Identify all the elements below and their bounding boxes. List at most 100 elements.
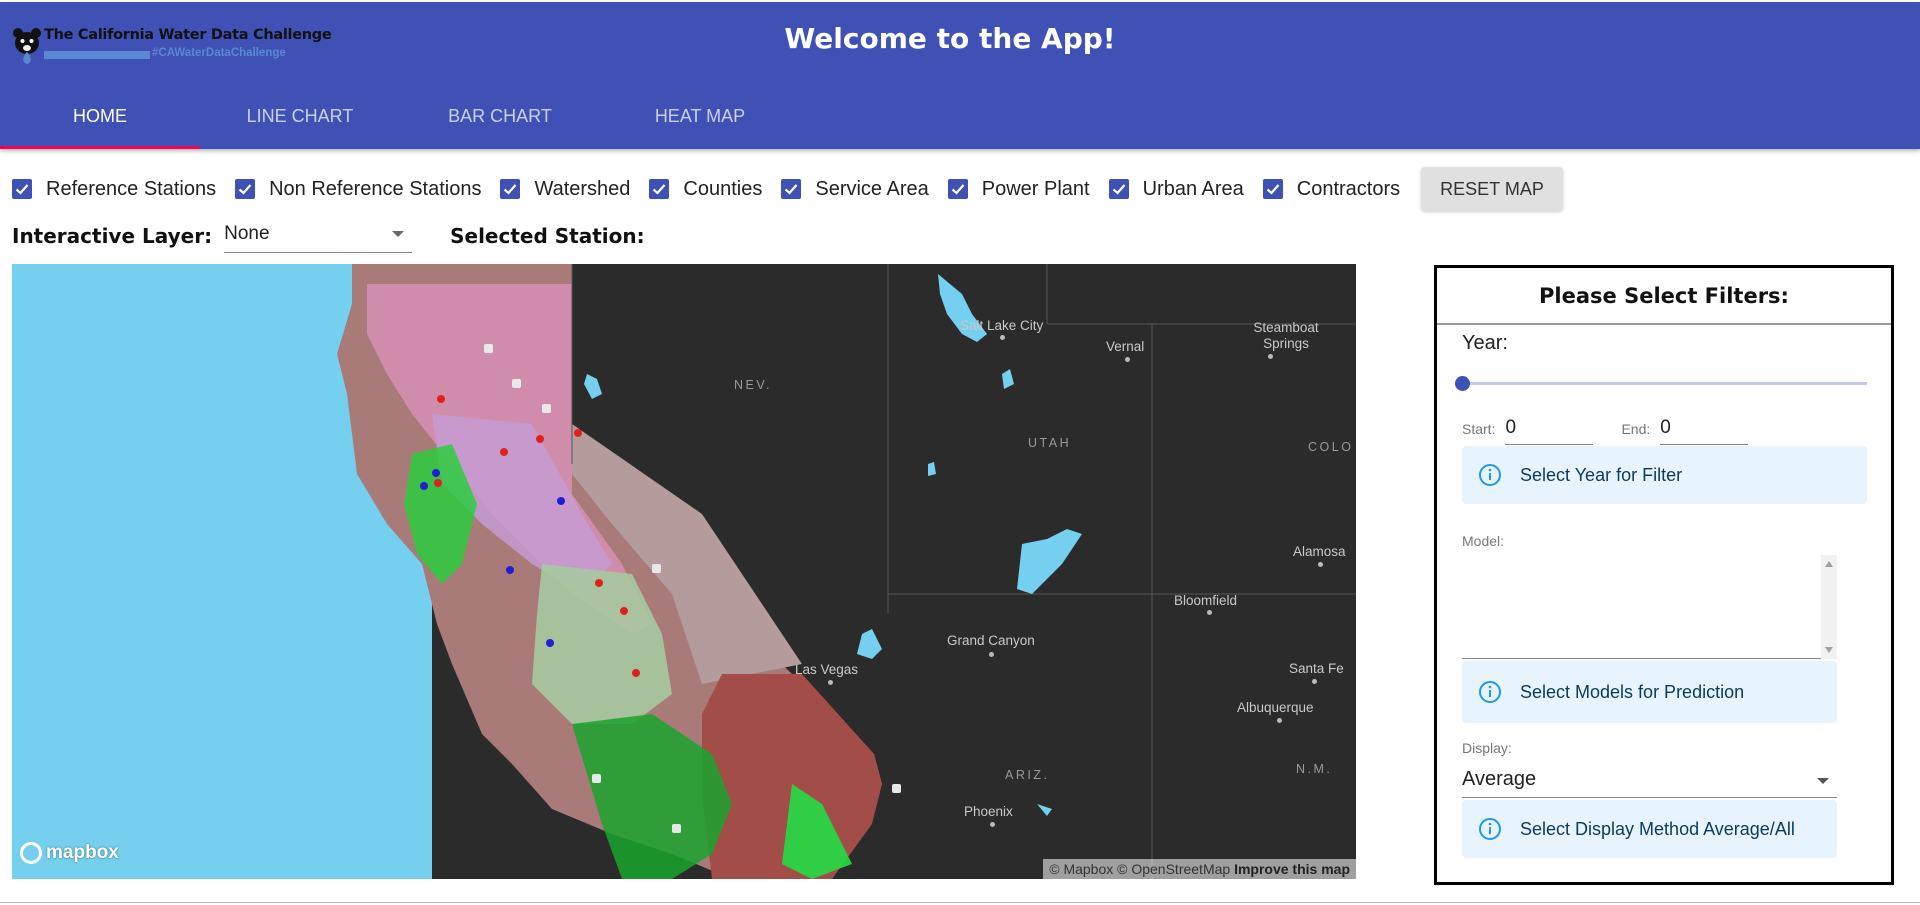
station-marker-icon[interactable] [557, 497, 565, 505]
city-dot-icon [1125, 357, 1130, 362]
checkbox-reference-stations[interactable]: Reference Stations [12, 178, 216, 201]
display-info-alert: Select Display Method Average/All [1462, 800, 1837, 858]
end-label: End: [1621, 421, 1651, 437]
year-info-alert: Select Year for Filter [1462, 446, 1867, 504]
checkbox-label: Watershed [534, 177, 631, 200]
map-attribution-text[interactable]: © Mapbox © OpenStreetMap [1049, 861, 1230, 877]
interactive-layer-row: Interactive Layer: None Selected Station… [12, 218, 645, 254]
city-dot-icon [989, 652, 994, 657]
checkbox-non-reference-stations[interactable]: Non Reference Stations [235, 178, 481, 201]
model-info-alert: Select Models for Prediction [1462, 661, 1837, 723]
checkbox-contractors[interactable]: Contractors [1262, 177, 1401, 201]
station-marker-icon[interactable] [434, 479, 442, 487]
display-method-value: Average [1462, 768, 1537, 790]
checkbox-checked-icon[interactable] [947, 179, 968, 199]
dropdown-arrow-icon [392, 231, 405, 237]
info-icon [1479, 681, 1501, 703]
station-flag-icon[interactable] [672, 824, 681, 833]
city-dot-icon [1277, 718, 1282, 723]
checkbox-checked-icon[interactable] [500, 179, 521, 199]
year-label: Year: [1462, 332, 1508, 354]
page-bottom-divider [0, 902, 1920, 903]
station-flag-icon[interactable] [652, 564, 661, 573]
tab-heat-map[interactable]: HEAT MAP [600, 84, 800, 149]
station-marker-icon[interactable] [536, 435, 544, 443]
checkbox-label: Contractors [1296, 177, 1401, 200]
interactive-layer-value: None [224, 223, 270, 244]
scroll-up-icon[interactable] [1825, 561, 1833, 567]
city-dot-icon [1318, 562, 1323, 567]
checkbox-counties[interactable]: Counties [649, 178, 762, 201]
model-info-text: Select Models for Prediction [1520, 681, 1745, 702]
mapbox-logo[interactable]: mapbox [20, 842, 119, 864]
station-flag-icon[interactable] [542, 404, 551, 413]
map-label-nev: NEV. [734, 378, 773, 392]
checkbox-checked-icon[interactable] [235, 179, 256, 199]
app-title: Welcome to the App! [784, 22, 1116, 55]
start-year-input[interactable] [1505, 411, 1594, 445]
city-dot-icon [1268, 354, 1273, 359]
station-marker-icon[interactable] [500, 448, 508, 456]
model-list-scrollbar[interactable] [1821, 555, 1837, 659]
station-marker-icon[interactable] [506, 566, 514, 574]
map-label-vernal: Vernal [1106, 339, 1145, 354]
year-slider[interactable] [1462, 382, 1867, 385]
checkbox-checked-icon[interactable] [12, 179, 32, 199]
map-canvas[interactable]: NEV. UTAH COLO ARIZ. N.M. Salt Lake City… [12, 264, 1356, 879]
station-flag-icon[interactable] [484, 344, 493, 353]
display-label: Display: [1462, 740, 1512, 756]
display-info-text: Select Display Method Average/All [1520, 818, 1795, 839]
map-label-salt-lake-city: Salt Lake City [960, 318, 1044, 333]
station-flag-icon[interactable] [512, 379, 521, 388]
station-flag-icon[interactable] [592, 774, 601, 783]
station-marker-icon[interactable] [595, 579, 603, 587]
station-marker-icon[interactable] [432, 469, 440, 477]
filter-panel-title: Please Select Filters: [1437, 268, 1891, 325]
tab-line-chart[interactable]: LINE CHART [200, 84, 400, 149]
checkbox-checked-icon[interactable] [1108, 179, 1129, 199]
reset-map-button[interactable]: RESET MAP [1421, 167, 1563, 211]
station-flag-icon[interactable] [892, 784, 901, 793]
map-label-santa-fe: Santa Fe [1289, 661, 1344, 676]
station-marker-icon[interactable] [574, 429, 582, 437]
map-attribution: © Mapbox © OpenStreetMap Improve this ma… [1043, 859, 1356, 879]
map-label-alamosa: Alamosa [1293, 544, 1346, 559]
station-marker-icon[interactable] [420, 482, 428, 490]
checkbox-label: Reference Stations [46, 177, 217, 200]
improve-map-link[interactable]: Improve this map [1234, 861, 1350, 877]
station-marker-icon[interactable] [546, 639, 554, 647]
checkbox-checked-icon[interactable] [649, 179, 670, 199]
station-marker-icon[interactable] [437, 395, 445, 403]
end-year-input[interactable] [1660, 411, 1749, 445]
mapbox-logo-text: mapbox [46, 842, 119, 863]
selected-station-label: Selected Station: [450, 224, 645, 248]
map-label-bloomfield: Bloomfield [1174, 593, 1238, 608]
checkbox-service-area[interactable]: Service Area [781, 177, 929, 201]
checkbox-urban-area[interactable]: Urban Area [1108, 177, 1244, 201]
display-method-select[interactable]: Average [1462, 762, 1837, 798]
main-tabs: HOME LINE CHART BAR CHART HEAT MAP [0, 84, 800, 149]
scroll-down-icon[interactable] [1825, 647, 1833, 653]
filter-panel: Please Select Filters: Year: Start: End:… [1434, 265, 1894, 885]
tab-bar-chart[interactable]: BAR CHART [400, 84, 600, 149]
map-label-phoenix: Phoenix [964, 804, 1013, 819]
checkbox-watershed[interactable]: Watershed [500, 178, 630, 201]
checkbox-checked-icon[interactable] [781, 179, 802, 199]
year-slider-thumb[interactable] [1455, 376, 1470, 391]
model-label: Model: [1462, 533, 1505, 549]
interactive-layer-select[interactable]: None [224, 219, 413, 253]
checkbox-label: Counties [683, 177, 763, 200]
city-dot-icon [1207, 610, 1212, 615]
station-marker-icon[interactable] [632, 669, 640, 677]
map-base-layer [12, 264, 1356, 879]
checkbox-label: Service Area [815, 177, 929, 200]
station-marker-icon[interactable] [620, 607, 628, 615]
checkbox-label: Urban Area [1142, 177, 1244, 200]
model-select-list[interactable] [1462, 553, 1837, 659]
tab-home[interactable]: HOME [0, 84, 200, 149]
checkbox-checked-icon[interactable] [1262, 179, 1283, 199]
checkbox-power-plant[interactable]: Power Plant [947, 178, 1090, 201]
year-range-inputs: Start: End: [1462, 411, 1776, 445]
map-label-ariz: ARIZ. [1005, 768, 1050, 782]
mapbox-logo-icon [20, 842, 42, 864]
